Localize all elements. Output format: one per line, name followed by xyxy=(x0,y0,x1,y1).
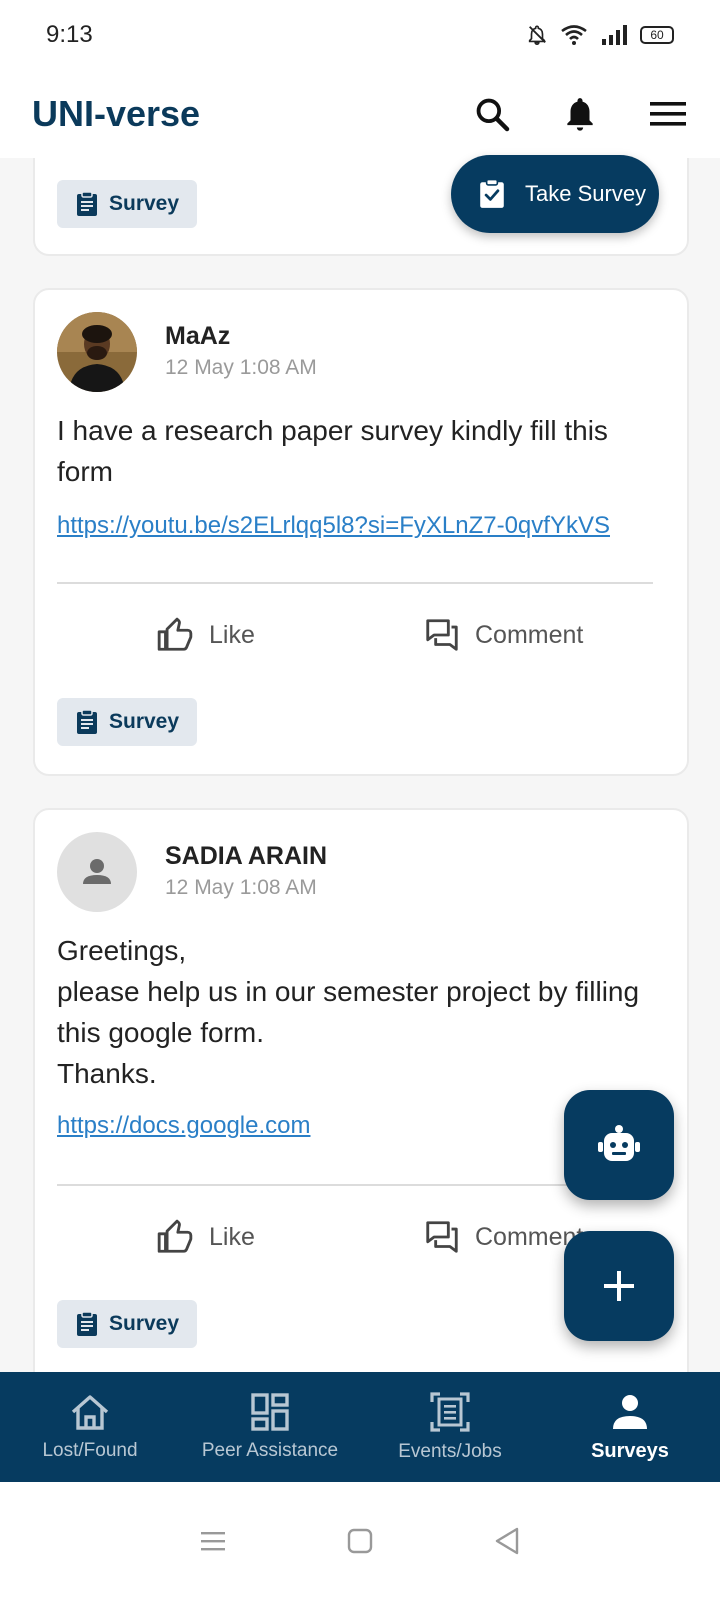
thumbs-up-icon xyxy=(157,617,193,651)
notifications-button[interactable] xyxy=(560,94,600,134)
survey-tag-label: Survey xyxy=(109,710,180,733)
document-scan-icon xyxy=(430,1392,470,1432)
comment-button[interactable]: Comment xyxy=(423,1218,583,1256)
survey-tag-label: Survey xyxy=(109,192,180,215)
take-survey-button[interactable]: Take Survey xyxy=(451,155,659,233)
battery-icon: 60 xyxy=(640,26,674,44)
search-button[interactable] xyxy=(472,94,512,134)
hamburger-menu-icon xyxy=(650,102,686,126)
post-author[interactable]: MaAz xyxy=(165,322,230,351)
comment-icon xyxy=(426,619,458,651)
comment-label: Comment xyxy=(475,620,584,649)
battery-level: 60 xyxy=(650,28,664,42)
post-link[interactable]: https://youtu.be/s2ELrlqq5l8?si=FyXLnZ7-… xyxy=(57,512,610,540)
post-feed[interactable]: Survey MaAz 12 May 1:08 AM I have a rese… xyxy=(0,158,720,1402)
search-icon xyxy=(476,98,510,132)
robot-icon xyxy=(598,1125,640,1161)
home-nav-icon[interactable] xyxy=(347,1528,373,1554)
post-link[interactable]: https://docs.google.com xyxy=(57,1112,310,1140)
avatar[interactable] xyxy=(57,832,137,912)
survey-tag: Survey xyxy=(57,698,197,746)
app-title: UNI-verse xyxy=(32,93,201,134)
post-card: MaAz 12 May 1:08 AM I have a research pa… xyxy=(33,288,689,776)
take-survey-label: Take Survey xyxy=(525,181,647,206)
survey-tag-label: Survey xyxy=(109,1312,180,1335)
comment-icon xyxy=(426,1221,458,1253)
chatbot-button[interactable] xyxy=(564,1090,674,1200)
clipboard-check-icon xyxy=(480,179,504,208)
nav-item-surveys[interactable]: Surveys xyxy=(540,1372,720,1482)
recent-apps-icon[interactable] xyxy=(200,1530,226,1552)
like-label: Like xyxy=(209,1222,255,1251)
nav-item-events-jobs[interactable]: Events/Jobs xyxy=(360,1372,540,1482)
default-avatar-icon xyxy=(83,859,111,884)
signal-icon xyxy=(602,25,627,45)
wifi-icon xyxy=(561,25,587,45)
clipboard-icon xyxy=(77,709,97,734)
post-author[interactable]: SADIA ARAIN xyxy=(165,842,327,871)
dashboard-icon xyxy=(251,1393,289,1431)
like-button[interactable]: Like xyxy=(155,616,255,654)
bell-muted-icon xyxy=(528,25,546,45)
plus-icon xyxy=(604,1271,634,1301)
status-bar: 9:13 60 xyxy=(0,0,720,70)
post-time: 12 May 1:08 AM xyxy=(165,876,317,899)
clipboard-icon xyxy=(77,191,97,216)
app-actions xyxy=(472,94,688,134)
post-text: Greetings, please help us in our semeste… xyxy=(57,935,640,1089)
back-icon[interactable] xyxy=(494,1527,520,1555)
divider xyxy=(57,582,653,584)
survey-tag: Survey xyxy=(57,1300,197,1348)
status-icons: 60 xyxy=(526,24,674,46)
thumbs-up-icon xyxy=(157,1219,193,1253)
survey-tag: Survey xyxy=(57,180,197,228)
app-bar: UNI-verse xyxy=(0,70,720,158)
clipboard-icon xyxy=(77,1311,97,1336)
avatar[interactable] xyxy=(57,312,137,392)
menu-button[interactable] xyxy=(648,94,688,134)
nav-label: Surveys xyxy=(591,1439,669,1462)
person-icon xyxy=(613,1394,647,1429)
post-time: 12 May 1:08 AM xyxy=(165,356,317,379)
nav-label: Lost/Found xyxy=(42,1440,138,1461)
add-post-button[interactable] xyxy=(564,1231,674,1341)
nav-item-lost-found[interactable]: Lost/Found xyxy=(0,1372,180,1482)
home-icon xyxy=(71,1395,109,1430)
system-nav-bar xyxy=(0,1482,720,1600)
like-label: Like xyxy=(209,620,255,649)
post-text: I have a research paper survey kindly fi… xyxy=(57,415,608,487)
nav-label: Events/Jobs xyxy=(398,1441,502,1462)
bottom-nav: Lost/Found Peer Assistance Events/Jobs S… xyxy=(0,1372,720,1482)
bell-icon xyxy=(567,98,593,131)
nav-label: Peer Assistance xyxy=(201,1440,339,1461)
nav-item-peer-assistance[interactable]: Peer Assistance xyxy=(180,1372,360,1482)
comment-button[interactable]: Comment xyxy=(423,616,583,654)
user-photo xyxy=(57,312,137,392)
like-button[interactable]: Like xyxy=(155,1218,255,1256)
status-time: 9:13 xyxy=(46,21,93,48)
divider xyxy=(57,1184,653,1186)
